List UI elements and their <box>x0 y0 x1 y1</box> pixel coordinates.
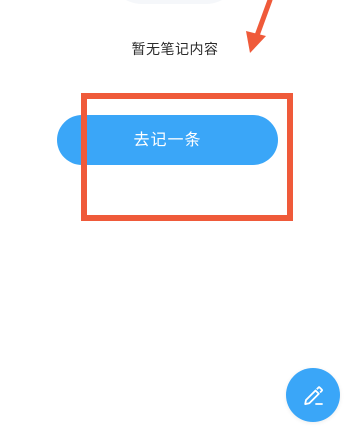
empty-state-illustration <box>108 0 240 4</box>
notes-empty-screen: 暂无笔记内容 去记一条 <box>0 0 363 428</box>
write-note-button[interactable]: 去记一条 <box>57 115 278 165</box>
edit-pen-icon <box>304 386 323 405</box>
new-note-floating-button[interactable] <box>286 368 340 422</box>
annotation-arrow-icon <box>246 0 273 53</box>
empty-state-message: 暂无笔记内容 <box>131 42 219 58</box>
